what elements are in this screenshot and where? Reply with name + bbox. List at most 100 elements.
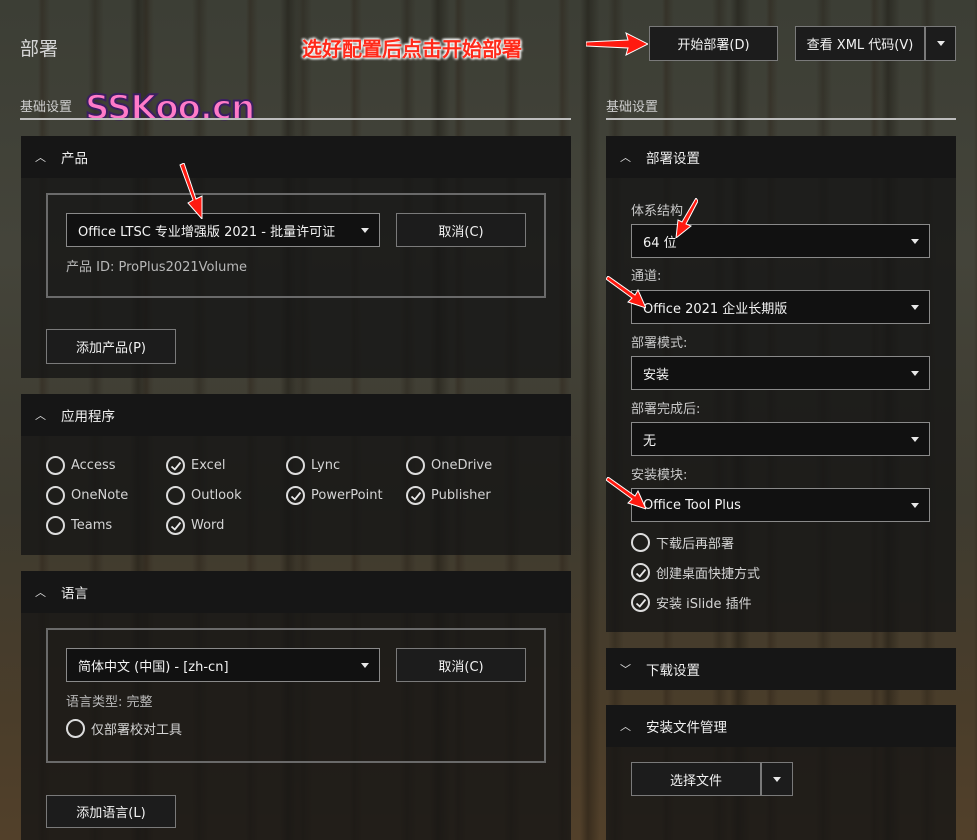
caret-down-icon: [936, 41, 945, 46]
caret-down-icon: [361, 662, 369, 668]
product-cancel-button[interactable]: 取消(C): [396, 213, 526, 247]
apps-panel-header[interactable]: ︿ 应用程序: [21, 394, 571, 436]
annotation-text: 选好配置后点击开始部署: [302, 37, 522, 61]
app-option-lync[interactable]: Lync: [286, 456, 340, 475]
files-panel-header[interactable]: ︿ 安装文件管理: [606, 705, 956, 747]
deploy-option-1[interactable]: 下载后再部署: [631, 533, 734, 552]
product-select-value: Office LTSC 专业增强版 2021 - 批量许可证: [78, 224, 336, 240]
deploy-option-2-label: 创建桌面快捷方式: [656, 567, 761, 582]
app-option-excel-label: Excel: [191, 458, 226, 473]
app-option-access[interactable]: Access: [46, 456, 116, 475]
mode-select-value: 安装: [643, 367, 670, 383]
app-option-powerpoint[interactable]: PowerPoint: [286, 486, 383, 505]
check-icon: [635, 568, 646, 578]
app-option-word-label: Word: [191, 518, 225, 533]
chevron-up-icon: ︿: [35, 586, 46, 599]
caret-down-icon: [911, 436, 919, 442]
app-option-onedrive[interactable]: OneDrive: [406, 456, 492, 475]
language-select-value: 简体中文 (中国) - [zh-cn]: [78, 659, 229, 675]
right-section-divider: [606, 118, 956, 120]
language-select[interactable]: 简体中文 (中国) - [zh-cn]: [66, 648, 380, 682]
radio-circle-icon: [166, 486, 185, 505]
mode-label: 部署模式:: [631, 336, 688, 351]
language-panel-title: 语言: [61, 586, 88, 602]
arrow-icon: [606, 477, 646, 510]
chevron-down-icon: ﹀: [620, 663, 631, 676]
left-section-label: 基础设置: [20, 100, 73, 115]
channel-select[interactable]: Office 2021 企业长期版: [631, 290, 930, 324]
caret-down-icon: [773, 776, 781, 782]
radio-circle-icon: [46, 486, 65, 505]
page-title: 部署: [20, 38, 59, 60]
check-circle-icon: [631, 563, 650, 582]
app-option-onenote[interactable]: OneNote: [46, 486, 128, 505]
chevron-up-icon: ︿: [35, 151, 46, 164]
check-circle-icon: [631, 593, 650, 612]
deploy-option-3-label: 安装 iSlide 插件: [656, 597, 752, 612]
app-option-outlook-label: Outlook: [191, 488, 242, 503]
files-panel-title: 安装文件管理: [646, 720, 727, 736]
apps-panel-title: 应用程序: [61, 409, 115, 425]
after-select-value: 无: [643, 433, 657, 449]
app-option-teams[interactable]: Teams: [46, 516, 112, 535]
check-icon: [170, 521, 181, 531]
choose-file-dropdown-button[interactable]: [761, 762, 793, 796]
download-panel-title: 下载设置: [646, 663, 700, 679]
module-select-value: Office Tool Plus: [643, 497, 741, 513]
caret-down-icon: [911, 502, 919, 508]
product-panel-title: 产品: [61, 151, 88, 167]
check-icon: [410, 491, 421, 501]
product-id-text: 产品 ID: ProPlus2021Volume: [66, 260, 248, 275]
deploy-option-1-label: 下载后再部署: [656, 537, 735, 552]
channel-select-value: Office 2021 企业长期版: [643, 301, 788, 317]
deploy-option-3[interactable]: 安装 iSlide 插件: [631, 593, 752, 612]
app-option-word[interactable]: Word: [166, 516, 224, 535]
app-option-excel[interactable]: Excel: [166, 456, 225, 475]
app-option-powerpoint-label: PowerPoint: [311, 488, 383, 503]
app-option-teams-label: Teams: [71, 518, 113, 533]
check-icon: [290, 491, 301, 501]
language-panel-header[interactable]: ︿ 语言: [21, 571, 571, 613]
check-icon: [635, 598, 646, 608]
radio-circle-icon: [631, 533, 650, 552]
view-xml-button[interactable]: 查看 XML 代码(V): [795, 26, 925, 61]
mode-select[interactable]: 安装: [631, 356, 930, 390]
module-select[interactable]: Office Tool Plus: [631, 488, 930, 522]
start-deploy-button[interactable]: 开始部署(D): [649, 26, 778, 61]
deploy-panel-title: 部署设置: [646, 151, 700, 167]
app-option-lync-label: Lync: [311, 458, 341, 473]
caret-down-icon: [911, 304, 919, 310]
add-language-button[interactable]: 添加语言(L): [46, 795, 176, 828]
caret-down-icon: [911, 238, 919, 244]
download-panel-header[interactable]: ﹀ 下载设置: [606, 648, 956, 690]
product-panel-header[interactable]: ︿ 产品: [21, 136, 571, 178]
chevron-up-icon: ︿: [620, 720, 631, 733]
view-xml-dropdown-button[interactable]: [925, 26, 956, 61]
app-option-onedrive-label: OneDrive: [431, 458, 493, 473]
proofing-only-label: 仅部署校对工具: [91, 723, 183, 738]
deploy-option-2[interactable]: 创建桌面快捷方式: [631, 563, 760, 582]
app-option-publisher[interactable]: Publisher: [406, 486, 491, 505]
radio-circle-icon: [66, 719, 85, 738]
right-section-label: 基础设置: [606, 100, 659, 115]
arrow-icon: [179, 163, 203, 219]
watermark-logo: SSKoo.cn: [84, 87, 256, 129]
product-select[interactable]: Office LTSC 专业增强版 2021 - 批量许可证: [66, 213, 380, 247]
left-section-divider: [20, 118, 571, 120]
language-cancel-button[interactable]: 取消(C): [396, 648, 526, 682]
arrow-icon: [606, 276, 646, 309]
choose-file-button[interactable]: 选择文件: [631, 762, 761, 796]
app-option-access-label: Access: [71, 458, 116, 473]
app-option-onenote-label: OneNote: [71, 488, 129, 503]
arrow-icon: [586, 32, 648, 56]
app-option-outlook[interactable]: Outlook: [166, 486, 242, 505]
arrow-icon: [675, 198, 698, 238]
deploy-panel-header[interactable]: ︿ 部署设置: [606, 136, 956, 178]
app-option-publisher-label: Publisher: [431, 488, 491, 503]
add-product-button[interactable]: 添加产品(P): [46, 329, 176, 364]
radio-circle-icon: [46, 516, 65, 535]
check-icon: [170, 461, 181, 471]
chevron-up-icon: ︿: [35, 409, 46, 422]
after-select[interactable]: 无: [631, 422, 930, 456]
proofing-only-option[interactable]: 仅部署校对工具: [66, 719, 182, 738]
